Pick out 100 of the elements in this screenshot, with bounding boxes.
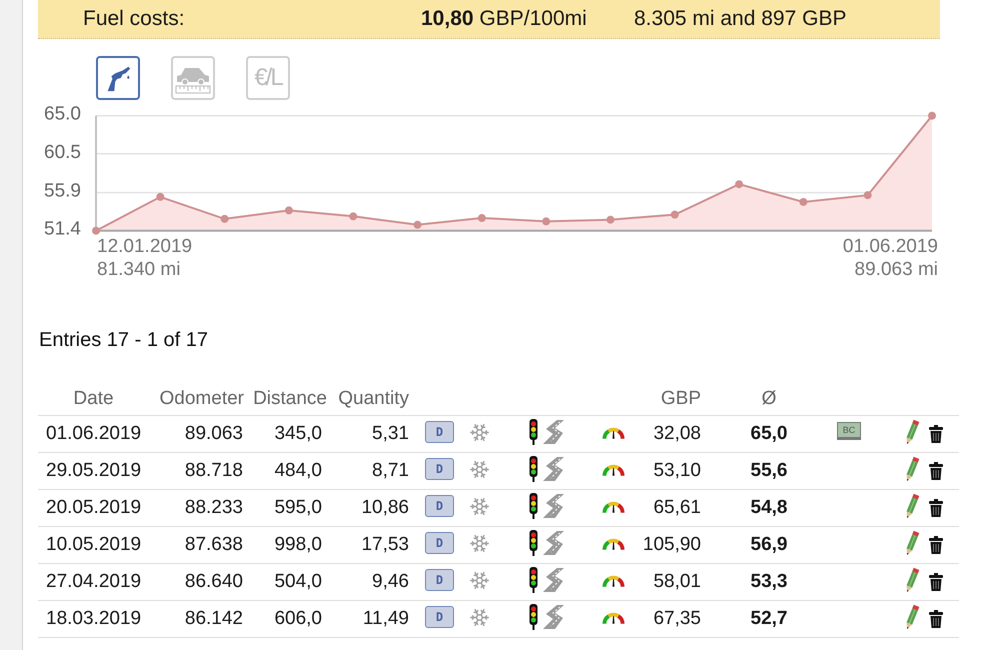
winding-road-icon xyxy=(542,605,566,629)
edit-button[interactable] xyxy=(904,456,920,482)
consumption-cell-text: 56,9 xyxy=(750,532,788,557)
column-header: Odometer xyxy=(158,387,245,412)
traffic-light-icon xyxy=(528,567,539,593)
odometer-cell-text: 86.142 xyxy=(184,606,244,631)
consumption-cell-text: 55,6 xyxy=(750,458,788,483)
delete-button[interactable] xyxy=(929,573,943,591)
odometer-cell-text: 87.638 xyxy=(184,532,244,557)
quantity-cell-text: 5,31 xyxy=(371,422,410,446)
date-cell-text: 18.03.2019 xyxy=(45,606,142,631)
traffic-light-icon xyxy=(528,530,539,556)
edit-button[interactable] xyxy=(904,604,920,630)
data-point xyxy=(156,192,164,201)
winding-road-icon xyxy=(542,457,566,481)
data-point xyxy=(606,216,614,224)
fuel-type-badge: D xyxy=(425,569,454,591)
axis-label: 01.06.2019 xyxy=(842,236,938,257)
data-point xyxy=(478,214,486,222)
odometer-cell-text: 88.718 xyxy=(184,458,244,483)
date-cell-text: 27.04.2019 xyxy=(45,570,142,594)
snowflake-icon xyxy=(469,532,490,554)
data-point xyxy=(799,198,808,206)
quantity-cell-text: 10,86 xyxy=(360,496,410,520)
consumption-cell-text: 52,7 xyxy=(750,606,788,631)
axis-label: 65.0 xyxy=(44,105,81,125)
winding-road-icon xyxy=(542,420,566,444)
data-point xyxy=(928,112,936,120)
cost-value: 10,80 GBP/100mi xyxy=(421,6,588,32)
snowflake-icon xyxy=(469,606,490,628)
price-cell-text: 67,35 xyxy=(652,606,702,631)
chart-mode-tab[interactable] xyxy=(96,56,140,100)
column-header: GBP xyxy=(660,387,702,412)
gauge-icon xyxy=(602,537,625,551)
edit-button[interactable] xyxy=(904,530,920,556)
data-point xyxy=(542,217,550,226)
traffic-light-icon xyxy=(528,419,539,445)
data-point xyxy=(670,210,679,219)
gauge-icon xyxy=(602,574,625,588)
edit-button[interactable] xyxy=(904,567,920,593)
fuel-type-badge: D xyxy=(425,495,454,517)
quantity-cell-text: 9,46 xyxy=(371,570,410,594)
axis-label: 51.4 xyxy=(44,218,81,240)
odometer-cell-text: 89.063 xyxy=(184,422,244,446)
axis-label: 81.340 mi xyxy=(97,259,180,280)
gauge-icon xyxy=(602,426,625,440)
price-cell-text: 32,08 xyxy=(652,422,702,446)
delete-button[interactable] xyxy=(929,536,943,554)
distance-cell-text: 606,0 xyxy=(273,606,323,631)
delete-button[interactable] xyxy=(929,425,943,443)
trip-computer-screen: BC xyxy=(837,422,861,440)
date-cell-text: 10.05.2019 xyxy=(45,532,142,557)
winding-road-icon xyxy=(542,531,566,555)
axis-label: 60.5 xyxy=(44,142,81,163)
price-cell-text: 65,61 xyxy=(652,496,702,520)
date-cell-text: 29.05.2019 xyxy=(45,458,142,483)
axis-label: 12.01.2019 xyxy=(97,236,192,257)
column-header: Distance xyxy=(252,387,328,412)
quantity-cell-text: 8,71 xyxy=(371,458,410,483)
price-cell-text: 53,10 xyxy=(652,458,702,483)
delete-button[interactable] xyxy=(929,610,943,628)
data-point xyxy=(220,214,229,223)
data-point xyxy=(864,191,872,200)
snowflake-icon xyxy=(469,496,490,516)
delete-button[interactable] xyxy=(929,499,943,517)
edit-button[interactable] xyxy=(904,419,920,445)
data-point xyxy=(414,220,422,229)
entries-caption: Entries 17 - 1 of 17 xyxy=(38,328,208,352)
price-cell-text: 105,90 xyxy=(642,532,702,557)
snowflake-icon xyxy=(469,422,490,442)
column-header: Ø xyxy=(760,387,778,412)
traffic-light-icon xyxy=(528,604,539,630)
quantity-cell-text: 11,49 xyxy=(362,606,410,631)
edit-button[interactable] xyxy=(904,493,920,519)
column-header: Quantity xyxy=(337,387,410,412)
data-point xyxy=(92,226,100,235)
gauge-icon xyxy=(602,463,625,477)
odometer-cell-text: 86.640 xyxy=(184,570,244,594)
data-point xyxy=(284,206,293,214)
data-point xyxy=(349,212,358,220)
consumption-cell-text: 53,3 xyxy=(750,570,788,594)
fuel-type-badge: D xyxy=(425,421,454,443)
totals-text: 8.305 mi and 897 GBP xyxy=(634,6,846,32)
winding-road-icon xyxy=(542,568,566,592)
chart-mode-tab[interactable]: €/L xyxy=(246,56,290,100)
data-point xyxy=(735,180,744,188)
consumption-cell-text: 65,0 xyxy=(750,422,788,446)
fuel-type-badge: D xyxy=(425,458,454,480)
consumption-cell-text: 54,8 xyxy=(750,496,788,520)
gauge-icon xyxy=(602,500,625,514)
distance-cell-text: 484,0 xyxy=(273,458,323,483)
summary-label: Fuel costs: xyxy=(83,6,186,32)
fuel-type-badge: D xyxy=(425,532,454,554)
odometer-cell-text: 88.233 xyxy=(184,496,244,520)
winding-road-icon xyxy=(542,494,566,518)
snowflake-icon xyxy=(469,458,490,480)
snowflake-icon xyxy=(469,570,490,590)
delete-button[interactable] xyxy=(929,462,943,480)
traffic-light-icon xyxy=(528,456,539,482)
gauge-icon xyxy=(602,611,625,625)
